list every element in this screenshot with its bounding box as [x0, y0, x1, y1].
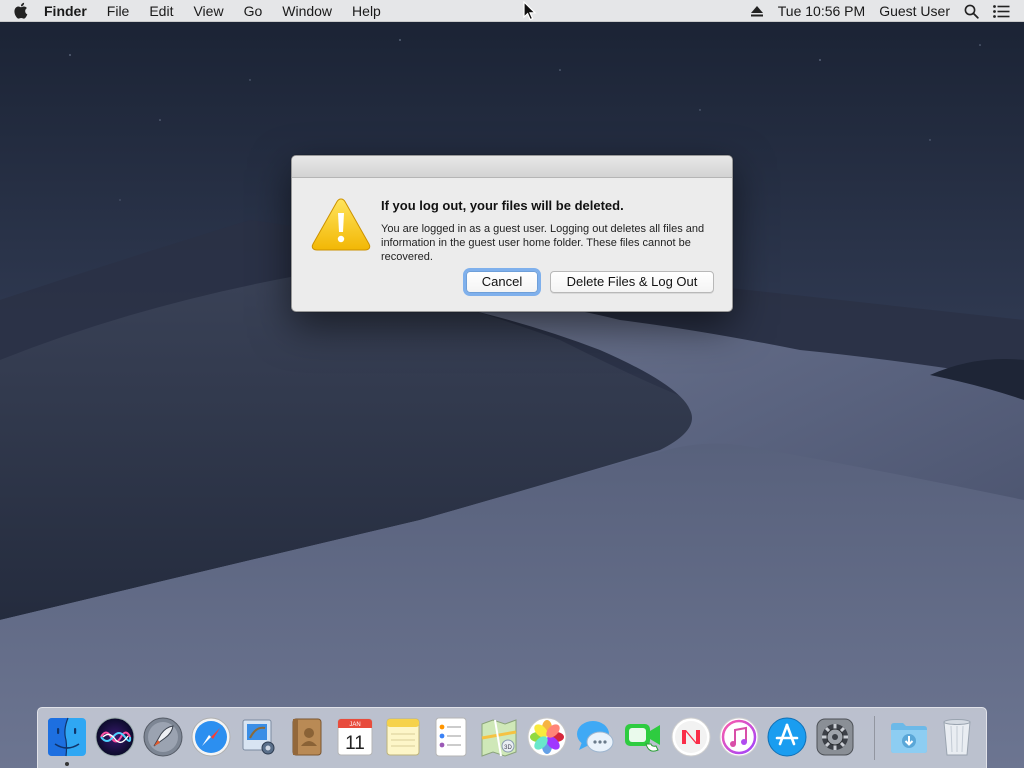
- menu-file[interactable]: File: [97, 0, 140, 22]
- menu-edit[interactable]: Edit: [139, 0, 183, 22]
- itunes-icon[interactable]: [718, 716, 760, 758]
- facetime-icon[interactable]: [622, 716, 664, 758]
- svg-text:3D: 3D: [504, 745, 512, 751]
- calendar-day: 11: [345, 733, 365, 754]
- messages-icon[interactable]: [574, 716, 616, 758]
- cancel-button[interactable]: Cancel: [466, 271, 538, 293]
- downloads-folder-icon[interactable]: [888, 716, 930, 758]
- menu-window[interactable]: Window: [272, 0, 342, 22]
- dock: JAN 11 3D: [37, 707, 987, 768]
- finder-running-indicator: [65, 762, 69, 766]
- alert-title: If you log out, your files will be delet…: [381, 198, 624, 213]
- search-icon[interactable]: [957, 0, 986, 22]
- maps-icon[interactable]: 3D: [478, 716, 520, 758]
- contacts-icon[interactable]: [286, 716, 328, 758]
- eject-icon[interactable]: [743, 0, 771, 22]
- news-icon[interactable]: [670, 716, 712, 758]
- dialog-titlebar[interactable]: [292, 156, 732, 178]
- calendar-month: JAN: [349, 722, 360, 728]
- trash-icon[interactable]: [936, 716, 978, 758]
- notification-center-icon[interactable]: [986, 0, 1024, 22]
- system-preferences-icon[interactable]: [814, 716, 856, 758]
- logout-alert-dialog: If you log out, your files will be delet…: [291, 155, 733, 312]
- notes-icon[interactable]: [382, 716, 424, 758]
- caution-triangle-icon: [310, 196, 372, 254]
- menu-clock[interactable]: Tue 10:56 PM: [771, 0, 872, 22]
- menu-help[interactable]: Help: [342, 0, 391, 22]
- alert-message: You are logged in as a guest user. Loggi…: [381, 223, 705, 263]
- calendar-icon[interactable]: JAN 11: [334, 716, 376, 758]
- mouse-cursor-icon: [523, 0, 537, 21]
- desktop-wallpaper: [0, 0, 1024, 768]
- menu-app-finder[interactable]: Finder: [40, 0, 97, 22]
- mail-icon[interactable]: [238, 716, 280, 758]
- finder-icon[interactable]: [46, 716, 88, 758]
- safari-icon[interactable]: [190, 716, 232, 758]
- app-store-icon[interactable]: [766, 716, 808, 758]
- launchpad-icon[interactable]: [142, 716, 184, 758]
- siri-icon[interactable]: [94, 716, 136, 758]
- menu-view[interactable]: View: [183, 0, 233, 22]
- dock-divider: [874, 716, 875, 760]
- menu-go[interactable]: Go: [234, 0, 273, 22]
- delete-files-log-out-button[interactable]: Delete Files & Log Out: [550, 271, 714, 293]
- apple-logo-icon[interactable]: [0, 0, 40, 22]
- menu-bar: Finder File Edit View Go Window Help Tue…: [0, 0, 1024, 22]
- menu-user[interactable]: Guest User: [872, 0, 957, 22]
- reminders-icon[interactable]: [430, 716, 472, 758]
- photos-icon[interactable]: [526, 716, 568, 758]
